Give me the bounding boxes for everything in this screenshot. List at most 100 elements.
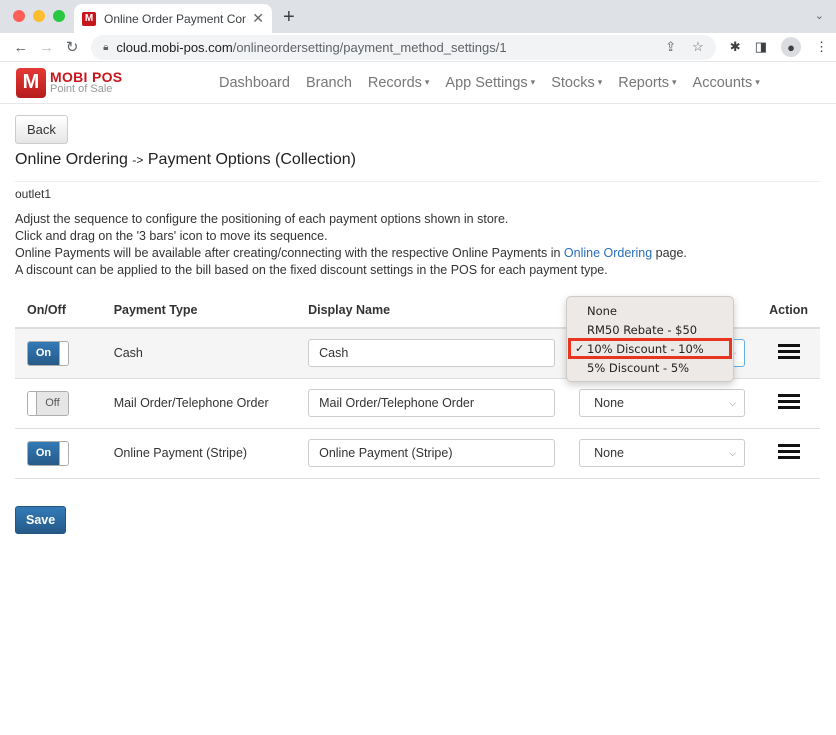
dropdown-option[interactable]: None [567, 301, 733, 320]
caret-down-icon: ▾ [672, 77, 677, 88]
brand-subtitle: Point of Sale [50, 82, 113, 95]
nav-item-reports[interactable]: Reports ▾ [610, 75, 684, 91]
nav-item-stocks[interactable]: Stocks ▾ [543, 75, 610, 91]
dropdown-option-label: None [587, 303, 618, 318]
nav-item-branch[interactable]: Branch [298, 75, 360, 91]
dropdown-option-label: RM50 Rebate - $50 [587, 322, 698, 337]
help-line: Online Payments will be available after … [15, 245, 821, 262]
reload-icon[interactable]: ↻ [59, 38, 85, 56]
header-display-name: Display Name [296, 293, 568, 329]
dropdown-option[interactable]: 5% Discount - 5% [567, 358, 733, 377]
nav-item-label: Stocks [551, 74, 595, 91]
cell-discount: None ⌵ [567, 378, 758, 429]
maximize-window-button[interactable] [53, 10, 65, 22]
page-title: Online Ordering -> Payment Options (Coll… [15, 151, 821, 182]
browser-tab[interactable]: M Online Order Payment Configu ✕ [74, 4, 272, 33]
lock-icon[interactable]: 🔒︎ [103, 42, 108, 53]
brand[interactable]: M MOBI POS Point of Sale [16, 67, 196, 98]
cell-action [757, 328, 820, 379]
menu-dots-icon[interactable]: ⋮ [815, 39, 828, 55]
help-line: A discount can be applied to the bill ba… [15, 263, 608, 277]
sidebar-icon[interactable]: ◨ [755, 39, 767, 55]
discount-select-value: None [594, 446, 624, 460]
cell-payment-type: Mail Order/Telephone Order [101, 378, 297, 429]
minimize-window-button[interactable] [33, 10, 45, 22]
discount-select[interactable]: None ⌵ [579, 439, 746, 467]
toggle-knob[interactable] [59, 341, 68, 365]
url-path: /onlineordersetting/payment_method_setti… [232, 39, 507, 55]
toggle-label: Off [37, 391, 68, 415]
chevron-down-icon: ⌵ [729, 447, 737, 458]
caret-down-icon: ▾ [424, 77, 430, 88]
online-ordering-link[interactable]: Online Ordering [564, 246, 652, 260]
nav-item-label: Records [367, 74, 422, 91]
tab-search-chevron-icon[interactable]: ⌄ [815, 9, 824, 22]
display-name-input[interactable] [308, 439, 556, 467]
breadcrumb-payment-options: Payment Options (Collection) [147, 151, 356, 168]
header-onoff: On/Off [15, 293, 102, 329]
new-tab-icon[interactable]: + [283, 6, 295, 29]
display-name-input[interactable] [308, 339, 556, 368]
help-text: Adjust the sequence to configure the pos… [15, 211, 821, 279]
nav-item-dashboard[interactable]: Dashboard [211, 75, 298, 91]
back-button[interactable]: Back [15, 115, 68, 144]
toggle-label: On [28, 341, 59, 365]
outlet-name: outlet1 [15, 187, 52, 201]
close-tab-icon[interactable]: ✕ [252, 10, 264, 27]
help-line: Click and drag on the '3 bars' icon to m… [15, 229, 328, 243]
help-text-segment: page. [652, 246, 687, 260]
display-name-input[interactable] [308, 389, 556, 417]
url-text: cloud.mobi-pos.com/onlineordersetting/pa… [116, 40, 649, 55]
nav-item-app-settings[interactable]: App Settings ▾ [437, 75, 543, 91]
save-button[interactable]: Save [15, 505, 67, 534]
caret-down-icon: ▾ [755, 77, 760, 88]
cell-payment-type: Cash [101, 328, 297, 379]
nav-item-records[interactable]: Records ▾ [360, 75, 438, 91]
discount-dropdown-menu: None RM50 Rebate - $50 ✓ 10% Discount - 10%… [566, 296, 734, 382]
discount-select[interactable]: None ⌵ [579, 389, 746, 417]
star-icon[interactable]: ☆ [692, 39, 704, 55]
address-bar: ← → ↻ 🔒︎ cloud.mobi-pos.com/onlineorders… [0, 33, 836, 62]
dropdown-option[interactable]: RM50 Rebate - $50 [567, 320, 733, 339]
enable-toggle[interactable]: Off [27, 390, 69, 416]
help-text-segment: Online Payments will be available after … [15, 246, 564, 260]
drag-handle-icon[interactable] [777, 391, 800, 412]
drag-handle-icon[interactable] [777, 441, 800, 462]
dropdown-option-label: 10% Discount - 10% [587, 341, 704, 356]
enable-toggle[interactable]: On [27, 440, 69, 466]
cell-onoff: Off [15, 378, 102, 429]
cell-payment-type: Online Payment (Stripe) [101, 428, 297, 479]
tab-title: Online Order Payment Configu [104, 11, 247, 26]
back-arrow-icon[interactable]: ← [8, 39, 34, 56]
brand-name: MOBI POS [50, 68, 123, 85]
url-input[interactable]: 🔒︎ cloud.mobi-pos.com/onlineordersetting… [91, 34, 716, 60]
close-window-button[interactable] [13, 10, 25, 22]
nav-item-label: Dashboard [219, 74, 290, 91]
drag-handle-icon[interactable] [777, 341, 800, 362]
nav-item-label: App Settings [445, 74, 528, 91]
cell-discount: None ⌵ [567, 428, 758, 479]
breadcrumb-arrow: -> [132, 153, 144, 167]
app-navbar: M MOBI POS Point of Sale Dashboard Branch… [0, 62, 836, 104]
toggle-knob[interactable] [28, 391, 37, 415]
toggle-label: On [28, 441, 59, 465]
enable-toggle[interactable]: On [27, 340, 69, 366]
nav-item-accounts[interactable]: Accounts ▾ [685, 75, 768, 91]
favicon-icon: M [82, 11, 96, 26]
caret-down-icon: ▾ [530, 77, 536, 88]
nav-item-label: Accounts [692, 74, 753, 91]
forward-arrow-icon[interactable]: → [34, 39, 60, 56]
nav-item-label: Reports [618, 74, 670, 91]
chevron-down-icon: ⌵ [729, 397, 737, 408]
caret-down-icon: ▾ [597, 77, 603, 88]
cell-display-name [296, 328, 568, 379]
share-icon[interactable]: ⇪ [665, 39, 676, 55]
dropdown-option-label: 5% Discount - 5% [587, 360, 690, 375]
profile-icon[interactable]: ● [781, 37, 801, 57]
discount-select-value: None [594, 396, 624, 410]
toggle-knob[interactable] [59, 441, 68, 465]
extensions-icon[interactable]: ✱ [730, 39, 741, 55]
browser-tab-bar: M Online Order Payment Configu ✕ + ⌄ [0, 0, 836, 33]
dropdown-option[interactable]: ✓ 10% Discount - 10% [568, 338, 732, 359]
url-host: cloud.mobi-pos.com [116, 39, 233, 55]
